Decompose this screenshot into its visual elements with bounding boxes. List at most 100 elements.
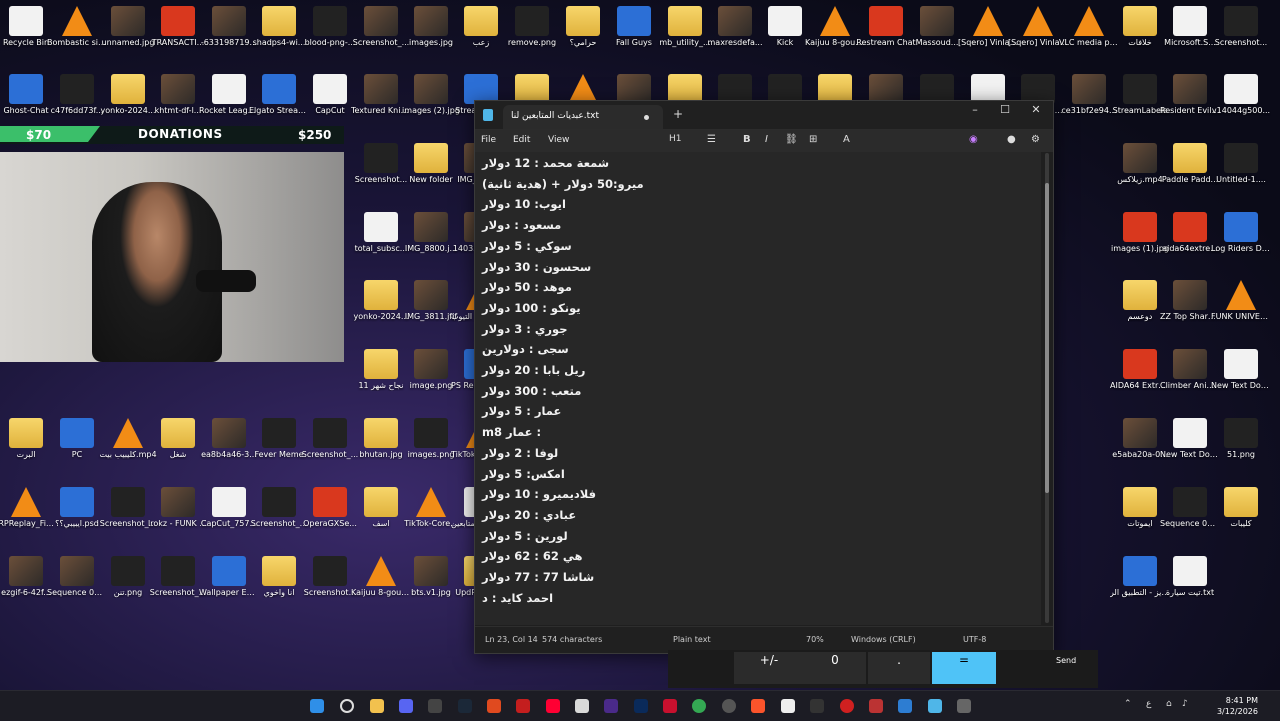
search-icon[interactable] — [340, 699, 354, 713]
discord-icon[interactable] — [399, 699, 413, 713]
settings-gear-icon[interactable]: ⚙ — [1031, 134, 1040, 145]
desktop-icon[interactable]: نجاح شهر 11 — [355, 343, 407, 405]
brave-icon[interactable] — [751, 699, 765, 713]
desktop-icon[interactable]: v14044g500... — [1212, 68, 1270, 130]
new-tab-icon[interactable]: + — [673, 107, 683, 121]
desktop-icon[interactable]: كليبات — [1215, 481, 1267, 543]
desktop-icon[interactable]: CapCut — [304, 68, 356, 130]
desktop-icon[interactable]: خلافات — [1114, 0, 1166, 62]
desktop-icon[interactable]: unnamed.jpg — [102, 0, 154, 62]
desktop-icon[interactable]: Climber Anima... — [1160, 343, 1220, 405]
desktop-icon[interactable]: yonko-2024... — [101, 68, 155, 130]
desktop-icon[interactable]: Rocket League® — [199, 68, 259, 130]
desktop-icon[interactable]: [Sqero] Vinland Sa... — [958, 0, 1018, 62]
text-editor[interactable]: شمعة محمد : 12 دولار ميرو:50 دولار + (هدي… — [475, 152, 1041, 625]
desktop-icon[interactable]: FUNK UNIVERSO... — [1211, 274, 1271, 336]
network-icon[interactable]: ⌂ — [1166, 699, 1172, 709]
desktop-icon[interactable]: IMG_8800.j... — [405, 206, 457, 268]
bold-icon[interactable]: B — [743, 134, 751, 145]
desktop-icon[interactable]: e5aba20a-0... — [1112, 412, 1168, 474]
language-indicator[interactable]: ع — [1146, 699, 1151, 709]
app3-icon[interactable] — [869, 699, 883, 713]
desktop-icon[interactable]: [Sqero] Vinland Sa... — [1008, 0, 1068, 62]
desktop-icon[interactable]: انا واخوي — [253, 550, 305, 612]
desktop-icon[interactable]: StreamLabels — [1113, 68, 1167, 130]
desktop-icon[interactable]: RPReplay_Fi... — [0, 481, 54, 543]
desktop-icon[interactable]: Fall Guys — [608, 0, 660, 62]
desktop-icon[interactable]: كليبيب بيت.mp4 — [99, 412, 157, 474]
desktop-icon[interactable]: Sequence 01.gif — [1160, 481, 1220, 543]
tab-document[interactable]: عبديات المتابعين لنا.txt — [503, 105, 663, 129]
desktop-icon[interactable]: Resident Evil Requiem — [1160, 68, 1220, 130]
notepad-taskbar-icon[interactable] — [928, 699, 942, 713]
desktop-icon[interactable]: Screenshot_... — [251, 481, 307, 543]
desktop-icon[interactable]: 51.png — [1215, 412, 1267, 474]
desktop-icon[interactable]: -633198719... — [201, 0, 257, 62]
desktop-icon[interactable]: اسف — [355, 481, 407, 543]
desktop-icon[interactable]: Screenshot_... — [100, 481, 156, 543]
desktop-icon[interactable]: mb_utility_... — [659, 0, 711, 62]
record-icon[interactable] — [840, 699, 854, 713]
desktop-icon[interactable]: images (2).jpg — [402, 68, 460, 130]
capcut-icon[interactable] — [575, 699, 589, 713]
desktop-icon[interactable]: حرامي؟ — [557, 0, 609, 62]
key-decimal[interactable]: . — [868, 652, 930, 684]
italic-icon[interactable]: I — [765, 134, 768, 145]
desktop-icon[interactable]: Kaijuu 8-gou - 05 (4K).mp4 — [805, 0, 865, 62]
clock[interactable]: 8:41 PM 3/12/2026 — [1217, 695, 1258, 717]
steam-icon[interactable] — [458, 699, 472, 713]
table-icon[interactable]: ⊞ — [809, 134, 817, 145]
gear-icon[interactable] — [722, 699, 736, 713]
desktop-icon[interactable]: حروف مع عزيز - التطبيق الر... — [1110, 550, 1170, 612]
desktop-icon[interactable]: ايبيبي؟؟.psd — [51, 481, 103, 543]
zoom-level[interactable]: 70% — [806, 635, 824, 644]
app2-icon[interactable] — [810, 699, 824, 713]
app4-icon[interactable] — [898, 699, 912, 713]
key-zero[interactable]: 0 — [804, 652, 866, 684]
send-button[interactable]: Send — [1056, 656, 1076, 665]
desktop-icon[interactable]: زيلاكس.mp4 — [1114, 137, 1166, 199]
desktop-icon[interactable]: Screenshot_... — [150, 550, 206, 612]
desktop-icon[interactable]: lrokz - FUNK UNIVERSO [... — [148, 481, 208, 543]
desktop-icon[interactable]: Fever Meme — [253, 412, 305, 474]
maximize-icon[interactable]: ☐ — [993, 103, 1017, 116]
desktop-icon[interactable]: khtmt-df-l... — [152, 68, 204, 130]
desktop-icon[interactable]: Screenshot... — [355, 137, 407, 199]
desktop-icon[interactable]: Restream Chat — [856, 0, 916, 62]
desktop-icon[interactable]: shadps4-wi... — [253, 0, 305, 62]
desktop-icon[interactable]: bts.v1.jpg — [405, 550, 457, 612]
desktop-icon[interactable]: bhutan.jpg — [355, 412, 407, 474]
close-icon[interactable]: ✕ — [1024, 103, 1048, 116]
menu-edit[interactable]: Edit — [513, 135, 530, 145]
desktop-icon[interactable]: TRANSACTI... — [152, 0, 204, 62]
desktop-icon[interactable]: VLC media player — [1059, 0, 1119, 62]
desktop-icon[interactable]: CapCut_757... — [201, 481, 257, 543]
desktop-icon[interactable]: images.png — [405, 412, 457, 474]
link-icon[interactable]: ⛓ — [785, 134, 798, 145]
desktop-icon[interactable]: Kick — [759, 0, 811, 62]
key-equals[interactable]: = — [932, 652, 996, 684]
desktop-icon[interactable]: Ghost-Chat — [0, 68, 52, 130]
desktop-icon[interactable]: TikTok-Core... — [404, 481, 458, 543]
desktop-icon[interactable]: زعب — [455, 0, 507, 62]
desktop-icon[interactable]: ZZ Top Sharp Dressed M... — [1160, 274, 1220, 336]
premiere-icon[interactable] — [604, 699, 618, 713]
menu-file[interactable]: File — [481, 135, 496, 145]
clear-format-icon[interactable]: A — [843, 134, 850, 145]
desktop-icon[interactable]: Log Riders Demo — [1211, 206, 1271, 268]
copilot-icon[interactable]: ◉ — [969, 134, 978, 145]
account-icon[interactable]: ● — [1007, 134, 1016, 145]
desktop-icon[interactable]: Screenshot_... — [302, 412, 358, 474]
desktop-icon[interactable]: total_subsc... — [355, 206, 407, 268]
desktop-icon[interactable]: Wallpaper Engine — [199, 550, 259, 612]
desktop-icon[interactable]: البرت — [0, 412, 52, 474]
opera-gx-icon[interactable] — [516, 699, 530, 713]
desktop-icon[interactable]: ce31bf2e94... — [1061, 68, 1117, 130]
desktop-icon[interactable]: maxresdefa... — [708, 0, 762, 62]
desktop-icon[interactable]: تنن.png — [102, 550, 154, 612]
volume-icon[interactable]: ♪ — [1182, 699, 1188, 709]
desktop-icon[interactable]: دوعسم — [1114, 274, 1166, 336]
list-icon[interactable]: ☰ — [707, 134, 716, 145]
key-negate[interactable]: +/- — [734, 652, 804, 684]
app-icon[interactable] — [487, 699, 501, 713]
